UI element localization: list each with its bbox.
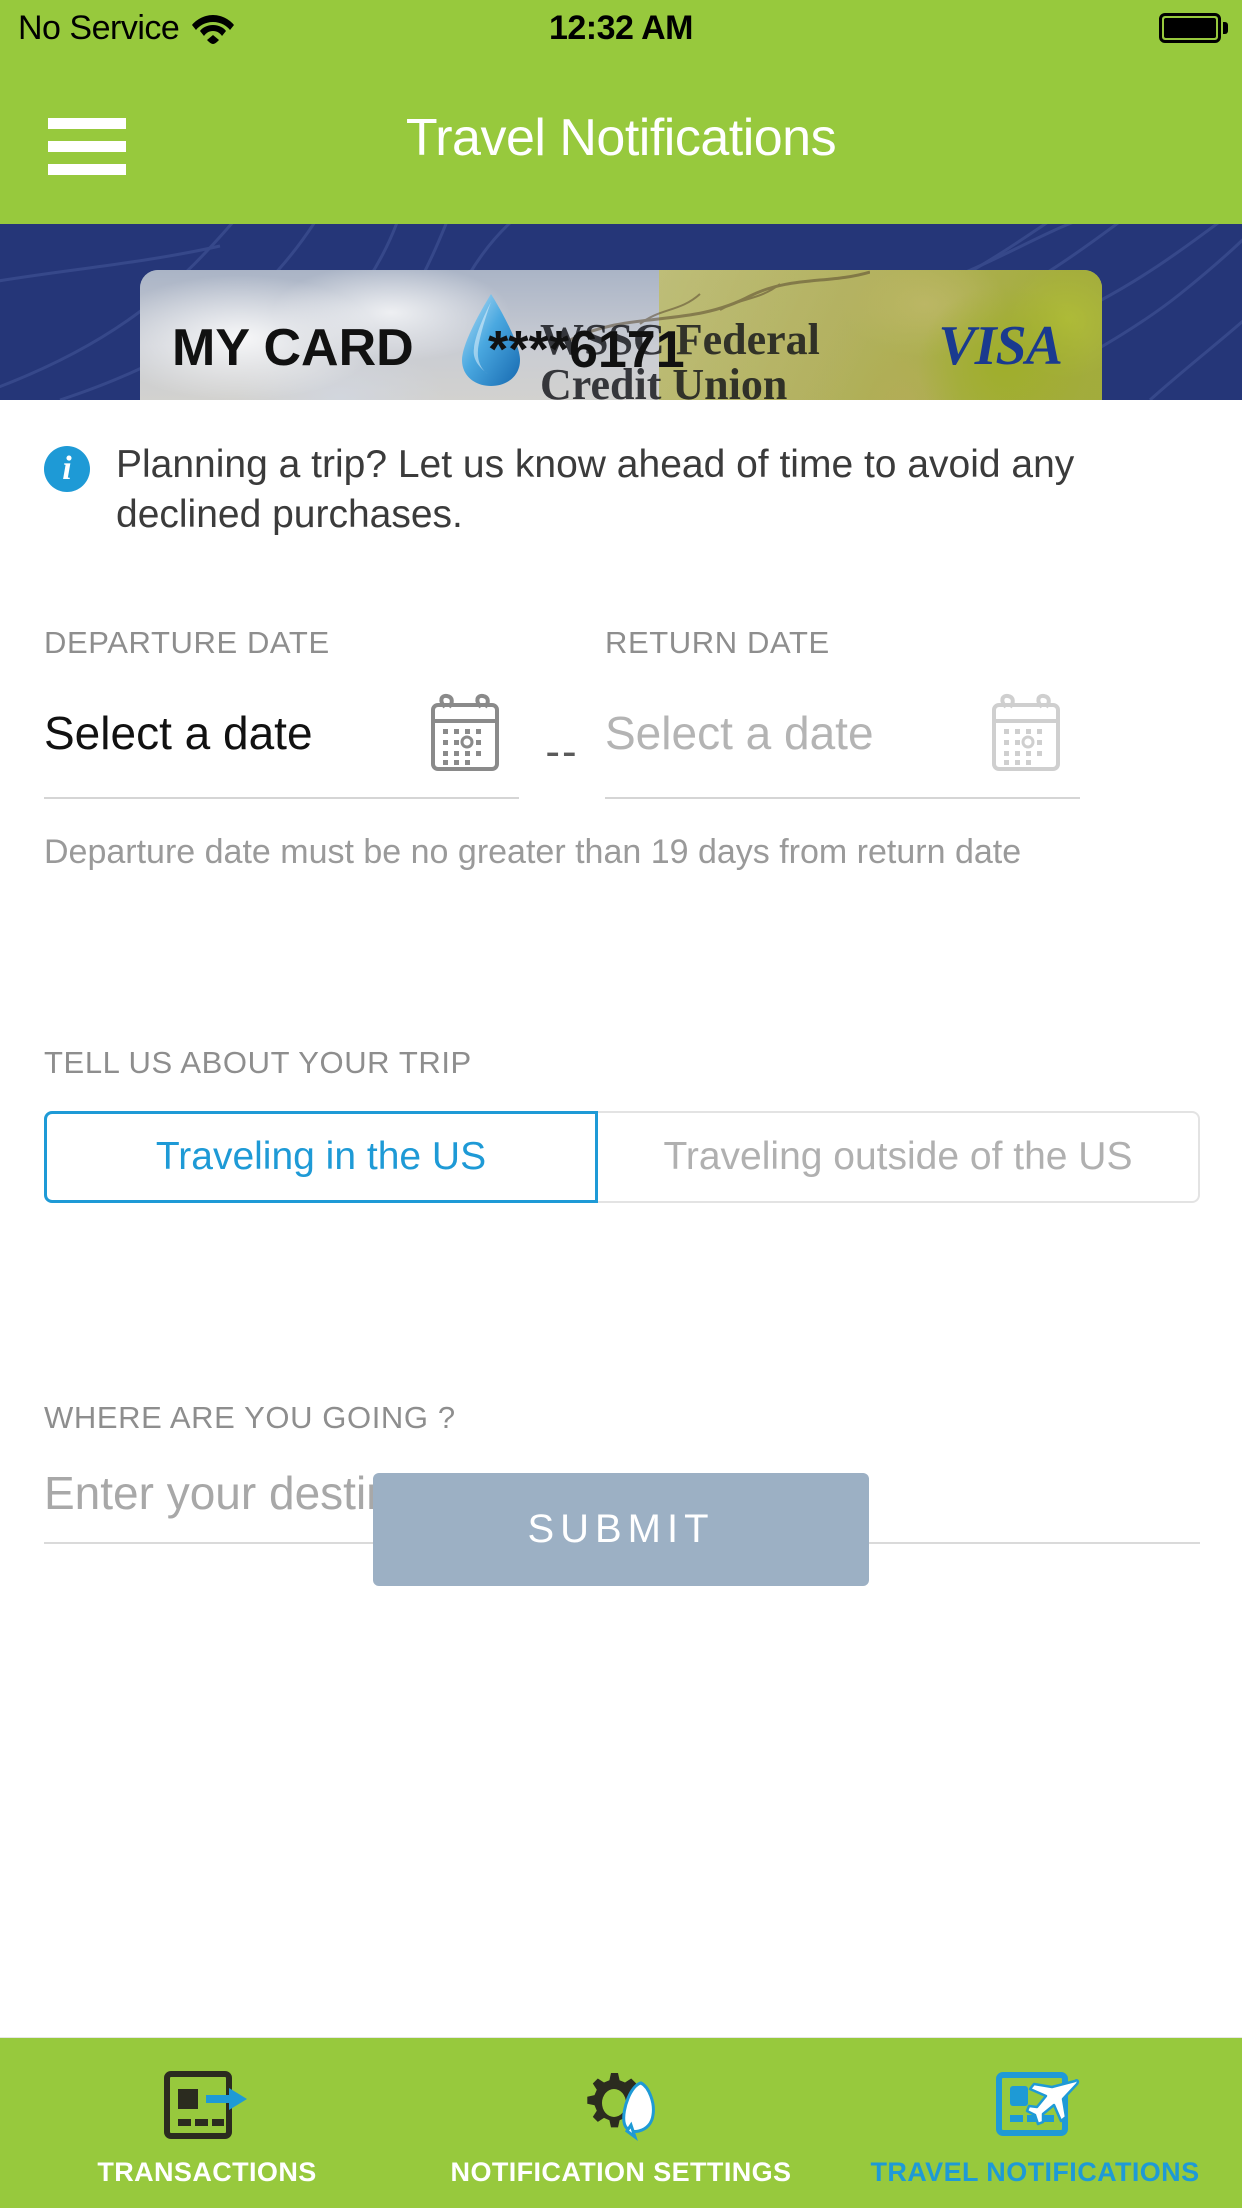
submit-button[interactable]: SUBMIT <box>373 1473 869 1586</box>
gear-bell-icon <box>575 2069 667 2141</box>
card-nickname: MY CARD <box>172 319 414 377</box>
return-date-label: RETURN DATE <box>605 625 830 660</box>
page-title: Travel Notifications <box>405 109 837 167</box>
tab-travel-notifications[interactable]: TRAVEL NOTIFICATIONS <box>828 2038 1242 2208</box>
date-range-separator: -- <box>545 727 579 776</box>
departure-date-value: Select a date <box>44 707 313 759</box>
visa-logo: VISA <box>938 315 1063 377</box>
dates-labels-row: DEPARTURE DATE RETURN DATE <box>44 625 1200 661</box>
return-date-field[interactable]: Select a date <box>605 691 1080 799</box>
card-masked-number: ****6171 <box>488 321 685 379</box>
status-bar: No Service 12:32 AM <box>0 0 1242 56</box>
departure-date-label: DEPARTURE DATE <box>44 625 330 660</box>
return-date-value: Select a date <box>605 707 874 759</box>
card-arrow-icon <box>161 2069 253 2141</box>
form-content: i Planning a trip? Let us know ahead of … <box>0 400 1242 2038</box>
trip-type-label: TELL US ABOUT YOUR TRIP <box>44 1045 472 1080</box>
trip-option-in-us[interactable]: Traveling in the US <box>44 1111 598 1203</box>
tab-notification-settings[interactable]: NOTIFICATION SETTINGS <box>414 2038 828 2208</box>
dates-section: DEPARTURE DATE RETURN DATE Select a date <box>44 625 1200 872</box>
info-message: Planning a trip? Let us know ahead of ti… <box>116 443 1075 536</box>
tab-label-transactions: TRANSACTIONS <box>97 2156 317 2187</box>
bottom-tab-bar: TRANSACTIONS NOTIFICATION SETTINGS TRAVE… <box>0 2037 1242 2208</box>
info-banner: i Planning a trip? Let us know ahead of … <box>44 440 1164 540</box>
date-range-hint: Departure date must be no greater than 1… <box>44 833 1022 871</box>
card-airplane-icon <box>989 2069 1081 2141</box>
dates-inputs-row: Select a date -- Select a date <box>44 691 1200 799</box>
credit-card-image[interactable]: WSSC Federal Credit Union MY CARD ****61… <box>140 270 1102 400</box>
tab-transactions[interactable]: TRANSACTIONS <box>0 2038 414 2208</box>
battery-fill <box>1164 18 1216 38</box>
battery-nub <box>1223 22 1228 34</box>
tab-label-travel-notifications: TRAVEL NOTIFICATIONS <box>870 2156 1200 2187</box>
clock-label: 12:32 AM <box>548 8 694 47</box>
calendar-icon[interactable] <box>986 691 1066 775</box>
destination-label: WHERE ARE YOU GOING ? <box>44 1400 456 1435</box>
trip-option-outside-us[interactable]: Traveling outside of the US <box>598 1111 1200 1203</box>
battery-full-icon <box>1159 13 1228 43</box>
tab-label-notification-settings: NOTIFICATION SETTINGS <box>450 2156 792 2187</box>
battery-shell <box>1159 13 1221 43</box>
card-banner: WSSC Federal Credit Union MY CARD ****61… <box>0 224 1242 400</box>
info-circle-icon: i <box>44 446 90 492</box>
departure-date-field[interactable]: Select a date <box>44 691 519 799</box>
calendar-icon[interactable] <box>425 691 505 775</box>
trip-type-segmented-control: Traveling in the US Traveling outside of… <box>44 1111 1200 1203</box>
trip-type-section: TELL US ABOUT YOUR TRIP Traveling in the… <box>44 1045 1200 1203</box>
